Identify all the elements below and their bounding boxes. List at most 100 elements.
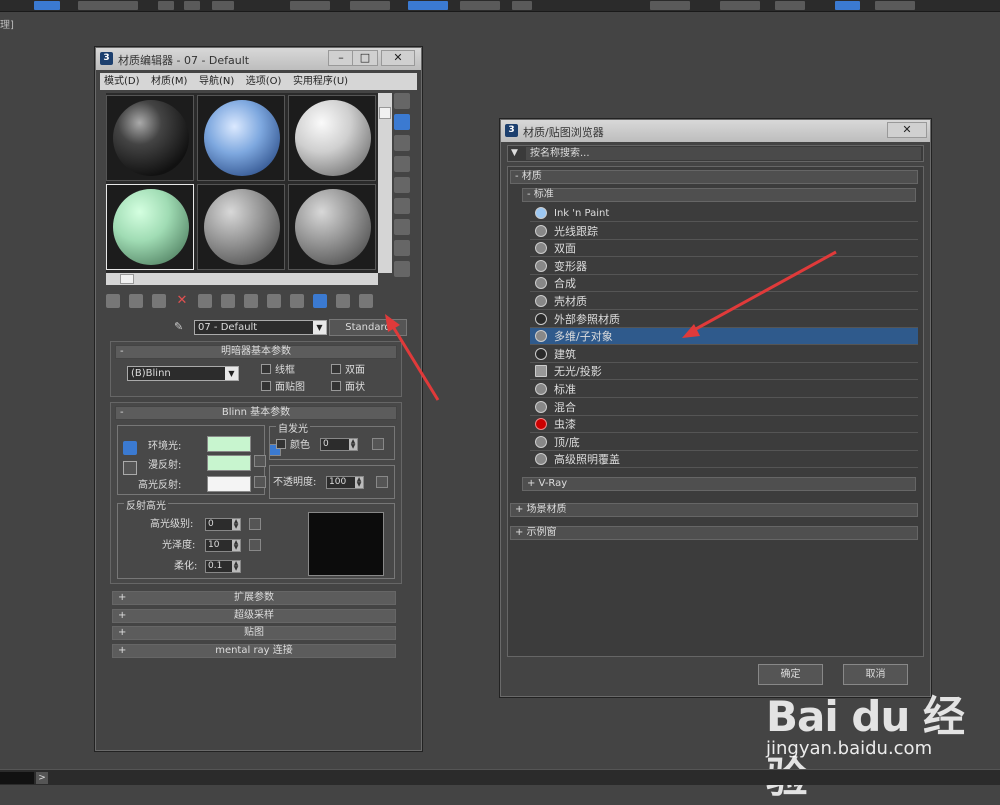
spinner-arrows[interactable]: ▲ ▼ <box>232 540 240 551</box>
slots-horizontal-scrollbar[interactable] <box>106 273 378 285</box>
sample-slot[interactable] <box>197 184 285 270</box>
put-to-library-icon[interactable] <box>244 294 258 308</box>
sample-type-icon[interactable] <box>394 93 410 109</box>
material-navigator-icon[interactable] <box>394 261 410 277</box>
rollout-extended-parameters[interactable]: + 扩展参数 <box>112 591 396 605</box>
spinner-arrows[interactable]: ▲ ▼ <box>349 439 357 450</box>
sample-slot[interactable] <box>106 95 194 181</box>
list-item[interactable]: 高级照明覆盖 <box>530 451 918 468</box>
render-button[interactable] <box>775 1 805 10</box>
make-preview-icon[interactable] <box>394 198 410 214</box>
reset-map-icon[interactable]: ✕ <box>175 294 189 308</box>
spinner-arrows[interactable]: ▲ ▼ <box>232 561 240 572</box>
spec-level-spinner[interactable]: 0 ▲ ▼ <box>205 518 241 531</box>
list-item[interactable]: 虫漆 <box>530 416 918 433</box>
shader-select[interactable]: (B)Blinn ▼ <box>127 366 239 381</box>
checkbox-box[interactable] <box>276 439 286 449</box>
sample-slot-selected[interactable] <box>106 184 194 270</box>
menu-material[interactable]: 材质(M) <box>147 73 191 90</box>
rollout-supersampling[interactable]: + 超级采样 <box>112 609 396 623</box>
copy-material-icon[interactable] <box>198 294 212 308</box>
go-forward-to-sibling-icon[interactable] <box>359 294 373 308</box>
rollout-header[interactable]: - Blinn 基本参数 <box>115 406 397 420</box>
list-item[interactable]: 无光/投影 <box>530 363 918 380</box>
make-unique-icon[interactable] <box>221 294 235 308</box>
lock-ambient-diffuse-icon[interactable] <box>123 461 137 475</box>
eyedropper-icon[interactable]: ✎ <box>174 320 188 334</box>
go-to-parent-icon[interactable] <box>336 294 350 308</box>
spinner-arrows[interactable]: ▲ ▼ <box>355 477 363 488</box>
scroll-thumb[interactable] <box>120 274 134 284</box>
options-icon[interactable] <box>394 219 410 235</box>
snap-button[interactable] <box>290 1 330 10</box>
render-setup-button[interactable] <box>650 1 690 10</box>
scale-button[interactable] <box>212 1 234 10</box>
spinner-arrows[interactable]: ▲ ▼ <box>232 519 240 530</box>
list-item[interactable]: 壳材质 <box>530 293 918 310</box>
title-bar[interactable]: 3 材质编辑器 - 07 - Default – □ ✕ <box>96 48 421 70</box>
specular-map-button[interactable] <box>254 476 266 488</box>
group-materials[interactable]: - 材质 <box>510 170 918 184</box>
list-item[interactable]: 双面 <box>530 240 918 257</box>
checkbox-box[interactable] <box>261 364 271 374</box>
list-item[interactable]: 合成 <box>530 275 918 292</box>
title-bar[interactable]: 3 材质/贴图浏览器 ✕ <box>501 120 930 142</box>
rollout-header[interactable]: - 明暗器基本参数 <box>115 345 397 359</box>
align-button[interactable] <box>408 1 448 10</box>
self-illum-spinner[interactable]: 0 ▲ ▼ <box>320 438 358 451</box>
search-input[interactable]: 按名称搜索... <box>526 147 921 160</box>
ambient-color-swatch[interactable] <box>207 436 251 452</box>
maximize-button[interactable]: □ <box>352 50 378 66</box>
group-standard[interactable]: - 标准 <box>522 188 916 202</box>
group-vray[interactable]: + V-Ray <box>522 477 916 491</box>
show-map-in-viewport-icon[interactable] <box>290 294 304 308</box>
select-by-material-icon[interactable] <box>394 240 410 256</box>
menu-utilities[interactable]: 实用程序(U) <box>289 73 352 90</box>
menu-options[interactable]: 选项(O) <box>242 73 286 90</box>
slots-vertical-scrollbar[interactable] <box>378 93 392 273</box>
render-production-button[interactable] <box>875 1 915 10</box>
material-type-button[interactable]: Standard <box>329 319 407 336</box>
list-item[interactable]: 建筑 <box>530 346 918 363</box>
spec-level-map-button[interactable] <box>249 518 261 530</box>
wire-checkbox[interactable]: 线框 <box>261 364 295 377</box>
diffuse-map-button[interactable] <box>254 455 266 467</box>
chevron-down-icon[interactable]: ▼ <box>511 148 518 158</box>
rotate-button[interactable] <box>184 1 200 10</box>
backlight-icon[interactable] <box>394 114 410 130</box>
material-name-field[interactable]: 07 - Default ▼ <box>194 320 327 335</box>
glossiness-map-button[interactable] <box>249 539 261 551</box>
two-sided-checkbox[interactable]: 双面 <box>331 364 365 377</box>
list-item[interactable]: 光线跟踪 <box>530 223 918 240</box>
move-button[interactable] <box>158 1 174 10</box>
group-sample-slots[interactable]: + 示例窗 <box>510 526 918 540</box>
minimize-button[interactable]: – <box>328 50 354 66</box>
get-material-icon[interactable] <box>106 294 120 308</box>
ok-button[interactable]: 确定 <box>758 664 823 685</box>
mirror-button[interactable] <box>350 1 390 10</box>
menu-navigation[interactable]: 导航(N) <box>195 73 238 90</box>
lock-icon[interactable] <box>123 441 137 455</box>
material-effects-channel-icon[interactable] <box>267 294 281 308</box>
background-checker-icon[interactable] <box>394 135 410 151</box>
select-tool-button[interactable] <box>34 1 60 10</box>
list-item[interactable]: Ink 'n Paint <box>530 205 918 222</box>
opacity-spinner[interactable]: 100 ▲ ▼ <box>326 476 364 489</box>
list-item[interactable]: 顶/底 <box>530 434 918 451</box>
list-item[interactable]: 混合 <box>530 399 918 416</box>
glossiness-spinner[interactable]: 10 ▲ ▼ <box>205 539 241 552</box>
scroll-thumb[interactable] <box>379 107 391 119</box>
rollout-maps[interactable]: + 贴图 <box>112 626 396 640</box>
specular-color-swatch[interactable] <box>207 476 251 492</box>
video-color-check-icon[interactable] <box>394 177 410 193</box>
layer-button[interactable] <box>460 1 500 10</box>
self-illum-map-button[interactable] <box>372 438 384 450</box>
close-button[interactable]: ✕ <box>381 50 415 66</box>
face-map-checkbox[interactable]: 面贴图 <box>261 381 305 394</box>
diffuse-color-swatch[interactable] <box>207 455 251 471</box>
sample-slot[interactable] <box>288 184 376 270</box>
put-to-scene-icon[interactable] <box>129 294 143 308</box>
opacity-map-button[interactable] <box>376 476 388 488</box>
material-editor-button[interactable] <box>835 1 860 10</box>
checkbox-box[interactable] <box>331 364 341 374</box>
